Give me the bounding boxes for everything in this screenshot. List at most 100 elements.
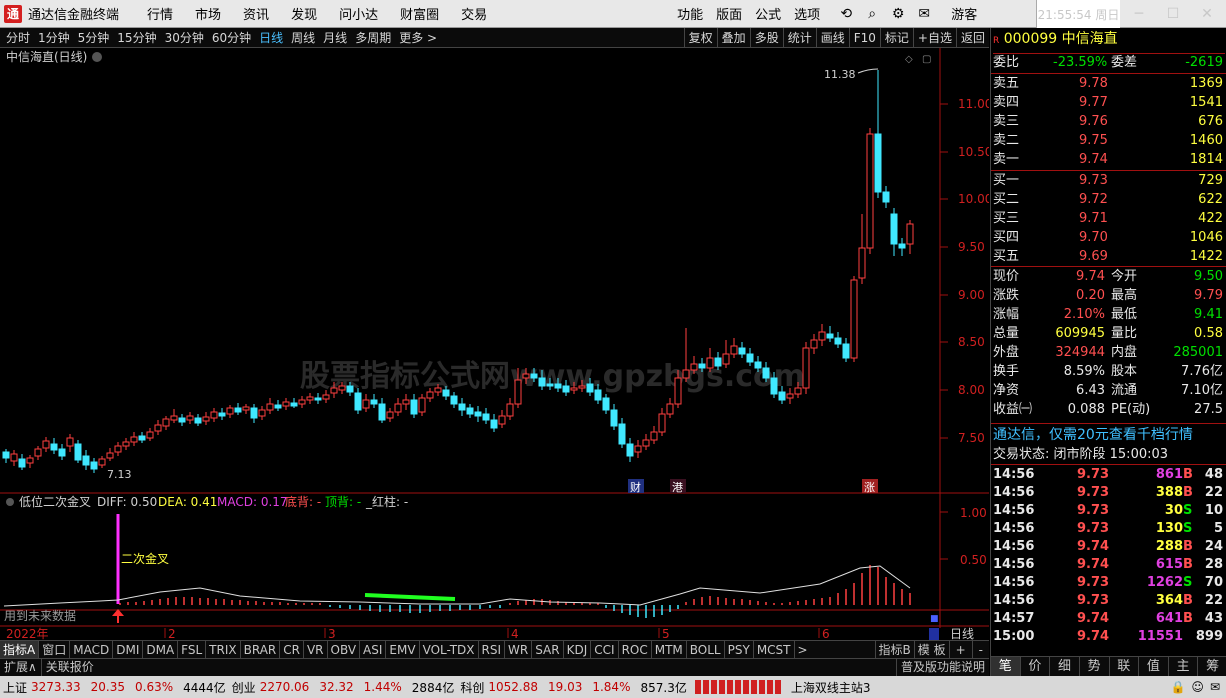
tab-macd[interactable]: MACD [69, 641, 112, 658]
tab-brar[interactable]: BRAR [239, 641, 280, 658]
tab-mtm[interactable]: MTM [650, 641, 686, 658]
sh-index-label[interactable]: 上证 [3, 679, 27, 696]
tab-indicator-a[interactable]: 指标A [0, 641, 39, 658]
panel-tab-trend[interactable]: 势 [1078, 657, 1109, 676]
panel-tab-price[interactable]: 价 [1019, 657, 1050, 676]
stock-code[interactable]: 000099 [1004, 31, 1057, 47]
scroll-handle[interactable] [929, 628, 939, 640]
tool-add-watch[interactable]: +自选 [912, 28, 956, 48]
tab-rsi[interactable]: RSI [477, 641, 505, 658]
kc-index-label[interactable]: 科创 [460, 679, 484, 696]
panel-tab-value[interactable]: 值 [1138, 657, 1168, 676]
panel-tab-detail[interactable]: 细 [1049, 657, 1079, 676]
scroll-marker[interactable]: ■ [930, 614, 939, 624]
expand-button[interactable]: 扩展∧ [0, 659, 41, 676]
tab-dmi[interactable]: DMI [112, 641, 142, 658]
panel-tab-ticks[interactable]: 笔 [991, 657, 1020, 676]
server-name[interactable]: 上海双线主站3 [791, 679, 871, 696]
period-30min[interactable]: 30分钟 [165, 29, 204, 46]
network-icon[interactable]: ✉ [1210, 680, 1220, 694]
tick-row[interactable]: 14:56 9.73 861 B 48 [993, 466, 1225, 484]
menu-formula[interactable]: 公式 [755, 4, 781, 23]
period-fenshi[interactable]: 分时 [6, 29, 30, 46]
tool-back[interactable]: 返回 [955, 28, 989, 48]
tick-row[interactable]: 14:56 9.73 388 B 22 [993, 484, 1225, 502]
tool-overlay[interactable]: 叠加 [716, 28, 750, 48]
period-multi[interactable]: 多周期 [355, 29, 391, 46]
tab-obv[interactable]: OBV [326, 641, 360, 658]
quote-row[interactable]: 现价 9.74 今开 9.50 [993, 268, 1225, 286]
bid-row[interactable]: 买二 9.72 622 [993, 191, 1225, 209]
refresh-icon[interactable]: ⟲ [833, 6, 859, 22]
quote-row[interactable]: 换手 8.59% 股本 7.76亿 [993, 363, 1225, 381]
quote-row[interactable]: 外盘 324944 内盘 285001 [993, 344, 1225, 362]
indicator-options-icon[interactable] [6, 498, 14, 506]
tick-row[interactable]: 15:00 9.74 11551 899 [993, 628, 1225, 646]
panel-tab-chips[interactable]: 筹 [1197, 657, 1226, 676]
quote-row[interactable]: 收益㈠ 0.088 PE(动) 27.5 [993, 401, 1225, 419]
tick-row[interactable]: 14:56 9.73 130 S 5 [993, 520, 1225, 538]
tab-zoom-out[interactable]: - [971, 641, 989, 658]
notice-banner[interactable]: 通达信，仅需20元查看千档行情 [993, 426, 1225, 444]
square-icon[interactable]: ▢ [922, 54, 931, 65]
tab-wr[interactable]: WR [504, 641, 531, 658]
menu-quotes[interactable]: 行情 [147, 4, 173, 23]
tab-dma[interactable]: DMA [142, 641, 177, 658]
menu-market[interactable]: 市场 [195, 4, 221, 23]
period-monthly[interactable]: 月线 [323, 29, 347, 46]
chart-options-icon[interactable] [92, 52, 102, 62]
tab-emv[interactable]: EMV [385, 641, 418, 658]
tab-fsl[interactable]: FSL [177, 641, 205, 658]
period-daily[interactable]: 日线 [259, 29, 283, 46]
bid-row[interactable]: 买四 9.70 1046 [993, 229, 1225, 247]
panel-tab-link[interactable]: 联 [1108, 657, 1139, 676]
period-1min[interactable]: 1分钟 [38, 29, 70, 46]
diamond-icon[interactable]: ◇ [905, 54, 913, 65]
stock-name[interactable]: 中信海直 [1062, 31, 1118, 47]
menu-layout[interactable]: 版面 [716, 4, 742, 23]
menu-function[interactable]: 功能 [677, 4, 703, 23]
tab-template[interactable]: 模 板 [913, 641, 949, 658]
tab-indicator-b[interactable]: 指标B [874, 641, 914, 658]
period-5min[interactable]: 5分钟 [78, 29, 110, 46]
period-weekly[interactable]: 周线 [291, 29, 315, 46]
settings-icon[interactable]: ⚙ [885, 6, 911, 22]
tick-row[interactable]: 14:56 9.74 615 B 28 [993, 556, 1225, 574]
chart-area[interactable]: 中信海直(日线) ◇ ▢ 股票指标公式网www.gpzbgs.com 11.00… [0, 48, 989, 676]
cy-index-label[interactable]: 创业 [232, 679, 256, 696]
menu-discover[interactable]: 发现 [291, 4, 317, 23]
bid-row[interactable]: 买五 9.69 1422 [993, 248, 1225, 266]
bid-row[interactable]: 买三 9.71 422 [993, 210, 1225, 228]
tab-asi[interactable]: ASI [359, 641, 385, 658]
func-doc-button[interactable]: 普及版功能说明 [895, 659, 989, 676]
panel-tab-main[interactable]: 主 [1167, 657, 1198, 676]
close-icon[interactable]: ✕ [1190, 0, 1224, 28]
menu-ask[interactable]: 问小达 [339, 4, 378, 23]
lock-icon[interactable]: 🔒 [1170, 680, 1185, 694]
ask-row[interactable]: 卖一 9.74 1814 [993, 151, 1225, 169]
mail-icon[interactable]: ✉ [911, 6, 937, 22]
tool-draw[interactable]: 画线 [815, 28, 849, 48]
tab-cci[interactable]: CCI [590, 641, 617, 658]
tick-row[interactable]: 14:56 9.73 30 S 10 [993, 502, 1225, 520]
tool-stats[interactable]: 统计 [782, 28, 816, 48]
person-icon[interactable]: ☺ [1191, 680, 1204, 694]
tick-row[interactable]: 14:56 9.73 364 B 22 [993, 592, 1225, 610]
daily-label[interactable]: 日线 [950, 627, 974, 641]
menu-options[interactable]: 选项 [794, 4, 820, 23]
period-15min[interactable]: 15分钟 [117, 29, 156, 46]
user-label[interactable]: 游客 [951, 4, 977, 23]
tool-adjust[interactable]: 复权 [683, 28, 717, 48]
tab-window[interactable]: 窗口 [38, 641, 69, 658]
related-quote-button[interactable]: 关联报价 [40, 659, 98, 676]
ask-row[interactable]: 卖四 9.77 1541 [993, 94, 1225, 112]
tab-kdj[interactable]: KDJ [562, 641, 591, 658]
menu-trade[interactable]: 交易 [461, 4, 487, 23]
quote-row[interactable]: 净资 6.43 流通 7.10亿 [993, 382, 1225, 400]
tool-multi-stock[interactable]: 多股 [749, 28, 783, 48]
tab-trix[interactable]: TRIX [205, 641, 239, 658]
tool-f10[interactable]: F10 [848, 28, 880, 48]
tab-vr[interactable]: VR [302, 641, 327, 658]
tab-mcst[interactable]: MCST [752, 641, 794, 658]
tick-row[interactable]: 14:57 9.74 641 B 43 [993, 610, 1225, 628]
